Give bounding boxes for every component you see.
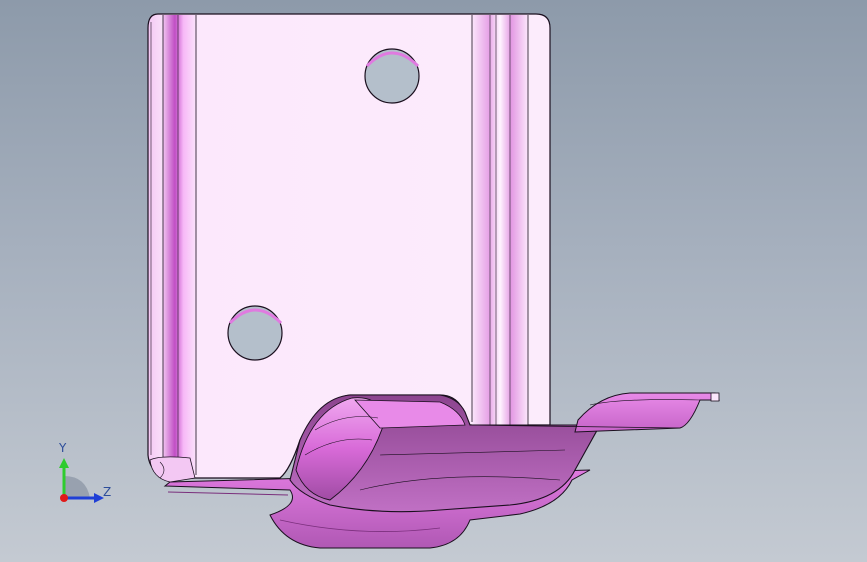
y-arrow-icon (59, 458, 69, 468)
triad-shade-icon (64, 476, 90, 498)
mounting-hole-upper (364, 48, 420, 104)
right-flange-rib (471, 15, 529, 425)
z-axis-label: Z (103, 485, 112, 499)
origin-icon (60, 494, 68, 502)
orientation-triad[interactable]: Y Z (40, 436, 120, 516)
sheet-metal-bracket-model[interactable] (0, 0, 867, 562)
graphics-viewport[interactable]: Y Z (0, 0, 867, 562)
mounting-hole-lower (227, 305, 283, 361)
y-axis-label: Y (59, 441, 67, 455)
left-foot (149, 456, 196, 483)
